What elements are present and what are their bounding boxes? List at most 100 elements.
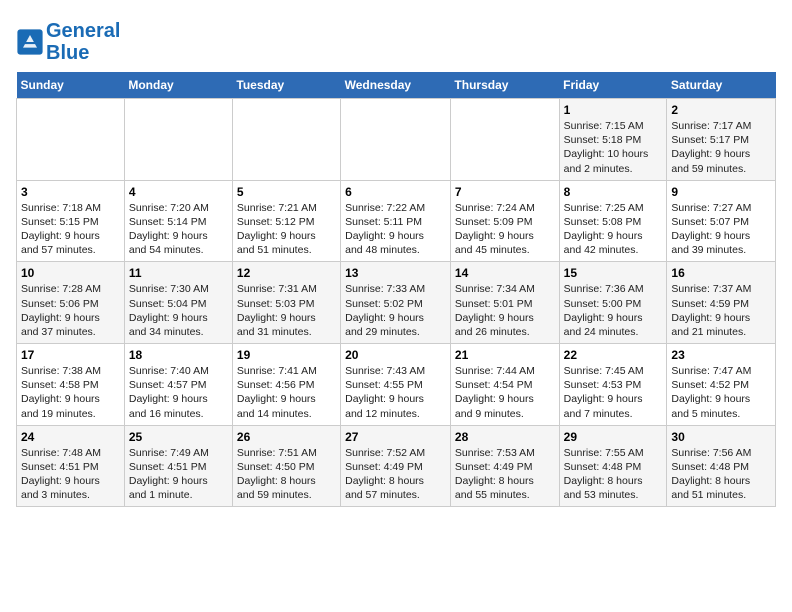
- calendar-cell: [232, 99, 340, 181]
- day-number: 2: [671, 103, 771, 117]
- calendar-cell: 14 Sunrise: 7:34 AM Sunset: 5:01 PM Dayli…: [450, 262, 559, 344]
- day-info: Sunrise: 7:49 AM Sunset: 4:51 PM Dayligh…: [129, 446, 228, 503]
- day-info: Sunrise: 7:56 AM Sunset: 4:48 PM Dayligh…: [671, 446, 771, 503]
- calendar-header-row: SundayMondayTuesdayWednesdayThursdayFrid…: [17, 72, 776, 99]
- day-number: 13: [345, 266, 446, 280]
- calendar-cell: 27 Sunrise: 7:52 AM Sunset: 4:49 PM Dayli…: [341, 425, 451, 507]
- calendar-cell: [341, 99, 451, 181]
- header-tuesday: Tuesday: [232, 72, 340, 99]
- day-number: 4: [129, 185, 228, 199]
- day-number: 26: [237, 430, 336, 444]
- calendar-cell: 20 Sunrise: 7:43 AM Sunset: 4:55 PM Dayli…: [341, 344, 451, 426]
- calendar-cell: 1 Sunrise: 7:15 AM Sunset: 5:18 PM Daylig…: [559, 99, 667, 181]
- day-info: Sunrise: 7:36 AM Sunset: 5:00 PM Dayligh…: [564, 282, 663, 339]
- day-info: Sunrise: 7:48 AM Sunset: 4:51 PM Dayligh…: [21, 446, 120, 503]
- calendar-cell: 8Sunrise: 7:25 AM Sunset: 5:08 PM Daylig…: [559, 180, 667, 262]
- day-info: Sunrise: 7:20 AM Sunset: 5:14 PM Dayligh…: [129, 201, 228, 258]
- day-info: Sunrise: 7:44 AM Sunset: 4:54 PM Dayligh…: [455, 364, 555, 421]
- day-number: 1: [564, 103, 663, 117]
- day-info: Sunrise: 7:24 AM Sunset: 5:09 PM Dayligh…: [455, 201, 555, 258]
- day-number: 17: [21, 348, 120, 362]
- calendar-cell: 26 Sunrise: 7:51 AM Sunset: 4:50 PM Dayli…: [232, 425, 340, 507]
- day-number: 15: [564, 266, 663, 280]
- calendar-cell: 3Sunrise: 7:18 AM Sunset: 5:15 PM Daylig…: [17, 180, 125, 262]
- day-number: 11: [129, 266, 228, 280]
- header-monday: Monday: [124, 72, 232, 99]
- calendar-cell: 5 Sunrise: 7:21 AM Sunset: 5:12 PM Daylig…: [232, 180, 340, 262]
- calendar-cell: 25Sunrise: 7:49 AM Sunset: 4:51 PM Dayli…: [124, 425, 232, 507]
- logo-text: General Blue: [46, 20, 120, 64]
- header-thursday: Thursday: [450, 72, 559, 99]
- day-number: 5: [237, 185, 336, 199]
- day-info: Sunrise: 7:28 AM Sunset: 5:06 PM Dayligh…: [21, 282, 120, 339]
- day-number: 29: [564, 430, 663, 444]
- calendar-cell: 2 Sunrise: 7:17 AM Sunset: 5:17 PM Daylig…: [667, 99, 776, 181]
- calendar-cell: 29Sunrise: 7:55 AM Sunset: 4:48 PM Dayli…: [559, 425, 667, 507]
- header-saturday: Saturday: [667, 72, 776, 99]
- calendar-cell: 4 Sunrise: 7:20 AM Sunset: 5:14 PM Daylig…: [124, 180, 232, 262]
- day-number: 14: [455, 266, 555, 280]
- calendar-table: SundayMondayTuesdayWednesdayThursdayFrid…: [16, 72, 776, 507]
- calendar-cell: 16 Sunrise: 7:37 AM Sunset: 4:59 PM Dayli…: [667, 262, 776, 344]
- day-info: Sunrise: 7:15 AM Sunset: 5:18 PM Dayligh…: [564, 119, 663, 176]
- calendar-week-3: 10 Sunrise: 7:28 AM Sunset: 5:06 PM Dayli…: [17, 262, 776, 344]
- calendar-cell: 17 Sunrise: 7:38 AM Sunset: 4:58 PM Dayli…: [17, 344, 125, 426]
- day-info: Sunrise: 7:22 AM Sunset: 5:11 PM Dayligh…: [345, 201, 446, 258]
- calendar-cell: 28Sunrise: 7:53 AM Sunset: 4:49 PM Dayli…: [450, 425, 559, 507]
- calendar-week-2: 3Sunrise: 7:18 AM Sunset: 5:15 PM Daylig…: [17, 180, 776, 262]
- day-info: Sunrise: 7:38 AM Sunset: 4:58 PM Dayligh…: [21, 364, 120, 421]
- logo-icon: [16, 28, 44, 56]
- day-info: Sunrise: 7:17 AM Sunset: 5:17 PM Dayligh…: [671, 119, 771, 176]
- calendar-cell: 7 Sunrise: 7:24 AM Sunset: 5:09 PM Daylig…: [450, 180, 559, 262]
- calendar-cell: 24 Sunrise: 7:48 AM Sunset: 4:51 PM Dayli…: [17, 425, 125, 507]
- day-number: 8: [564, 185, 663, 199]
- calendar-week-5: 24 Sunrise: 7:48 AM Sunset: 4:51 PM Dayli…: [17, 425, 776, 507]
- day-number: 22: [564, 348, 663, 362]
- header-wednesday: Wednesday: [341, 72, 451, 99]
- day-number: 12: [237, 266, 336, 280]
- day-number: 24: [21, 430, 120, 444]
- day-number: 9: [671, 185, 771, 199]
- day-info: Sunrise: 7:18 AM Sunset: 5:15 PM Dayligh…: [21, 201, 120, 258]
- calendar-cell: 11 Sunrise: 7:30 AM Sunset: 5:04 PM Dayli…: [124, 262, 232, 344]
- day-info: Sunrise: 7:34 AM Sunset: 5:01 PM Dayligh…: [455, 282, 555, 339]
- calendar-cell: 13 Sunrise: 7:33 AM Sunset: 5:02 PM Dayli…: [341, 262, 451, 344]
- page-header: General Blue: [16, 16, 776, 64]
- day-number: 21: [455, 348, 555, 362]
- header-sunday: Sunday: [17, 72, 125, 99]
- day-info: Sunrise: 7:21 AM Sunset: 5:12 PM Dayligh…: [237, 201, 336, 258]
- day-info: Sunrise: 7:37 AM Sunset: 4:59 PM Dayligh…: [671, 282, 771, 339]
- day-info: Sunrise: 7:27 AM Sunset: 5:07 PM Dayligh…: [671, 201, 771, 258]
- day-info: Sunrise: 7:40 AM Sunset: 4:57 PM Dayligh…: [129, 364, 228, 421]
- day-info: Sunrise: 7:47 AM Sunset: 4:52 PM Dayligh…: [671, 364, 771, 421]
- day-number: 30: [671, 430, 771, 444]
- day-number: 7: [455, 185, 555, 199]
- day-info: Sunrise: 7:43 AM Sunset: 4:55 PM Dayligh…: [345, 364, 446, 421]
- calendar-week-4: 17 Sunrise: 7:38 AM Sunset: 4:58 PM Dayli…: [17, 344, 776, 426]
- calendar-cell: 15 Sunrise: 7:36 AM Sunset: 5:00 PM Dayli…: [559, 262, 667, 344]
- day-number: 27: [345, 430, 446, 444]
- calendar-cell: 22 Sunrise: 7:45 AM Sunset: 4:53 PM Dayli…: [559, 344, 667, 426]
- day-info: Sunrise: 7:31 AM Sunset: 5:03 PM Dayligh…: [237, 282, 336, 339]
- calendar-cell: 12 Sunrise: 7:31 AM Sunset: 5:03 PM Dayli…: [232, 262, 340, 344]
- day-info: Sunrise: 7:45 AM Sunset: 4:53 PM Dayligh…: [564, 364, 663, 421]
- day-info: Sunrise: 7:52 AM Sunset: 4:49 PM Dayligh…: [345, 446, 446, 503]
- calendar-cell: [450, 99, 559, 181]
- day-info: Sunrise: 7:51 AM Sunset: 4:50 PM Dayligh…: [237, 446, 336, 503]
- calendar-cell: 9 Sunrise: 7:27 AM Sunset: 5:07 PM Daylig…: [667, 180, 776, 262]
- calendar-cell: 30 Sunrise: 7:56 AM Sunset: 4:48 PM Dayli…: [667, 425, 776, 507]
- calendar-cell: 23 Sunrise: 7:47 AM Sunset: 4:52 PM Dayli…: [667, 344, 776, 426]
- calendar-cell: 21 Sunrise: 7:44 AM Sunset: 4:54 PM Dayli…: [450, 344, 559, 426]
- day-number: 16: [671, 266, 771, 280]
- day-number: 23: [671, 348, 771, 362]
- day-number: 18: [129, 348, 228, 362]
- calendar-cell: 10 Sunrise: 7:28 AM Sunset: 5:06 PM Dayli…: [17, 262, 125, 344]
- calendar-cell: [124, 99, 232, 181]
- day-number: 20: [345, 348, 446, 362]
- day-number: 28: [455, 430, 555, 444]
- calendar-cell: 18 Sunrise: 7:40 AM Sunset: 4:57 PM Dayli…: [124, 344, 232, 426]
- day-number: 10: [21, 266, 120, 280]
- day-info: Sunrise: 7:33 AM Sunset: 5:02 PM Dayligh…: [345, 282, 446, 339]
- day-info: Sunrise: 7:30 AM Sunset: 5:04 PM Dayligh…: [129, 282, 228, 339]
- calendar-cell: 6Sunrise: 7:22 AM Sunset: 5:11 PM Daylig…: [341, 180, 451, 262]
